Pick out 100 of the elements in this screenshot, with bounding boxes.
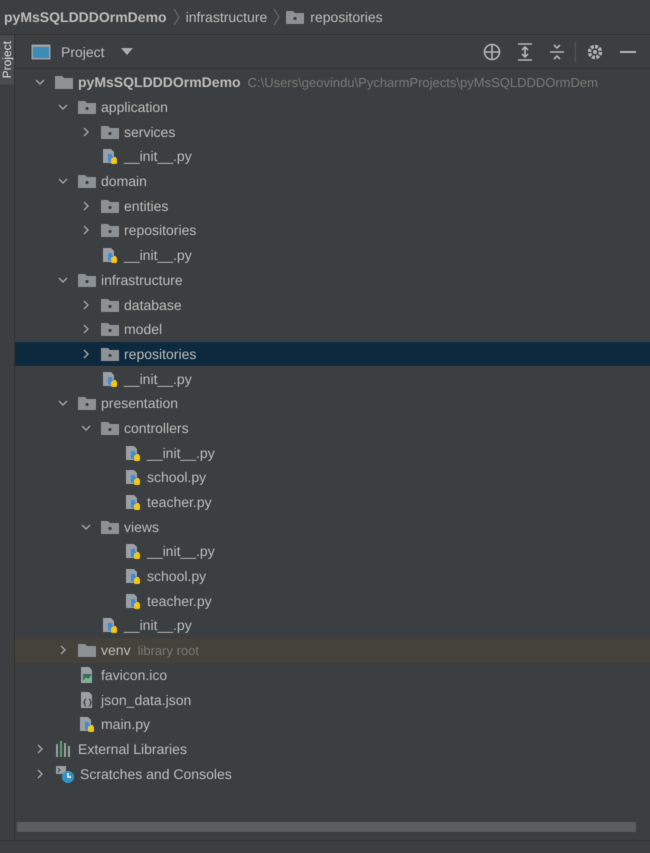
tree-row[interactable]: database [15,292,650,317]
breadcrumb-item[interactable]: pyMsSQLDDDOrmDemo [4,9,167,25]
chevron-down-icon[interactable] [58,398,68,408]
tree-row[interactable]: __init__.py [15,539,650,564]
tree-row[interactable]: json_data.json [15,687,650,712]
python-file-icon [101,616,119,634]
chevron-right-icon[interactable] [81,300,91,310]
tree-item-label: application [101,99,168,116]
tree-row[interactable]: services [15,119,650,144]
folder-icon [286,10,304,24]
tree-item-label: views [124,518,160,535]
chevron-right-icon[interactable] [58,645,68,656]
view-selector[interactable]: Project [61,44,105,60]
tree-row[interactable]: infrastructure [15,268,650,292]
python-file-icon [124,567,142,586]
python-file-icon [101,370,119,388]
chevron-right-icon[interactable] [81,200,91,211]
window-icon [31,44,51,60]
tree-item-label: repositories [124,346,196,362]
folder-icon [78,643,96,658]
minimize-icon[interactable] [620,50,636,54]
tree-item-label: __init__.py [124,247,192,264]
tree-item-label: school.py [147,469,206,486]
tree-row[interactable]: application [15,94,650,120]
collapse-all-icon[interactable] [549,42,565,60]
chevron-right-icon[interactable] [81,225,91,236]
tree-row[interactable]: views [15,514,650,540]
target-icon[interactable] [483,42,501,60]
bar-chart-icon [55,740,73,757]
tree-item-label: presentation [101,395,178,412]
folder-icon [101,198,119,213]
tree-item-label: database [124,296,182,313]
chevron-right-icon[interactable] [35,744,45,754]
tree-item-label: entities [124,198,168,214]
tree-row[interactable]: repositories [15,218,650,243]
tree-item-label: main.py [101,716,150,732]
folder-icon [101,420,119,435]
tree-row[interactable]: domain [15,168,650,194]
chevron-right-icon[interactable] [81,324,91,334]
tree-row[interactable]: school.py [15,564,650,588]
tree-item-label: controllers [124,420,189,436]
tree-row[interactable]: __init__.py [15,242,650,268]
folder-icon [78,174,96,188]
separator-icon [172,8,180,26]
project-side-tab[interactable]: Project [0,35,14,84]
tree-item-label: __init__.py [124,370,192,387]
tree-row[interactable]: entities [15,193,650,218]
breadcrumb-item[interactable]: infrastructure [186,9,268,25]
tree-item-label: __init__.py [124,617,192,634]
tree-item-label: __init__.py [147,543,215,560]
tree-item-label: External Libraries [78,740,187,757]
python-file-icon [124,444,142,462]
tree-item-label: services [124,124,176,140]
tree-row[interactable]: school.py [15,465,650,490]
tree-row[interactable]: __init__.py [15,366,650,391]
tree-item-label: Scratches and Consoles [80,766,232,782]
chevron-down-icon[interactable] [35,77,45,88]
chevron-down-icon[interactable] [58,102,68,112]
tree-row[interactable]: External Libraries [15,736,650,762]
chevron-down-icon[interactable] [58,274,68,285]
folder-icon [101,520,119,534]
dropdown-caret-icon[interactable] [120,48,133,56]
tree-item-label: infrastructure [101,272,183,288]
tree-row[interactable]: pyMsSQLDDDOrmDemo C:\Users\geovindu\PycharmProjects\pyMsSQLDDDOrmDem [15,70,650,95]
folder-icon [101,346,119,361]
python-file-icon [124,542,142,560]
tree-row[interactable]: teacher.py [15,490,650,514]
library-root-hint: library root [138,642,199,658]
expand-all-icon[interactable] [517,42,533,60]
folder-icon [101,322,119,336]
settings-icon[interactable] [586,42,604,60]
chevron-right-icon[interactable] [81,348,91,359]
tree-item-label: school.py [147,568,206,584]
scrollbar-thumb[interactable] [17,822,636,832]
chevron-down-icon[interactable] [58,176,68,186]
tree-item-label: json_data.json [101,692,192,708]
breadcrumb-item[interactable]: repositories [310,9,383,25]
tree-row[interactable]: controllers [15,416,650,440]
chevron-down-icon[interactable] [81,422,91,433]
tree-row[interactable]: favicon.ico [15,662,650,688]
chevron-down-icon[interactable] [81,522,91,532]
tree-row[interactable]: model [15,316,650,342]
tree-row[interactable]: presentation [15,390,650,416]
python-file-icon [124,493,142,512]
tree-row[interactable]: Scratches and Consoles [15,761,650,786]
python-file-icon [101,246,119,264]
tree-row[interactable]: __init__.py [15,440,650,465]
folder-icon [101,124,119,139]
chevron-right-icon[interactable] [35,768,45,779]
tree-item-label: domain [101,173,147,190]
python-file-icon [78,715,96,734]
tree-row[interactable]: repositories [15,342,650,366]
chevron-right-icon[interactable] [81,126,91,137]
tree-row[interactable]: __init__.py [15,144,650,169]
tree-row[interactable]: __init__.py [15,613,650,638]
tree-row[interactable]: venv library root [15,638,650,662]
tree-row[interactable]: main.py [15,712,650,737]
tree-row[interactable]: teacher.py [15,588,650,614]
python-file-icon [124,468,142,486]
folder-icon [101,223,119,238]
